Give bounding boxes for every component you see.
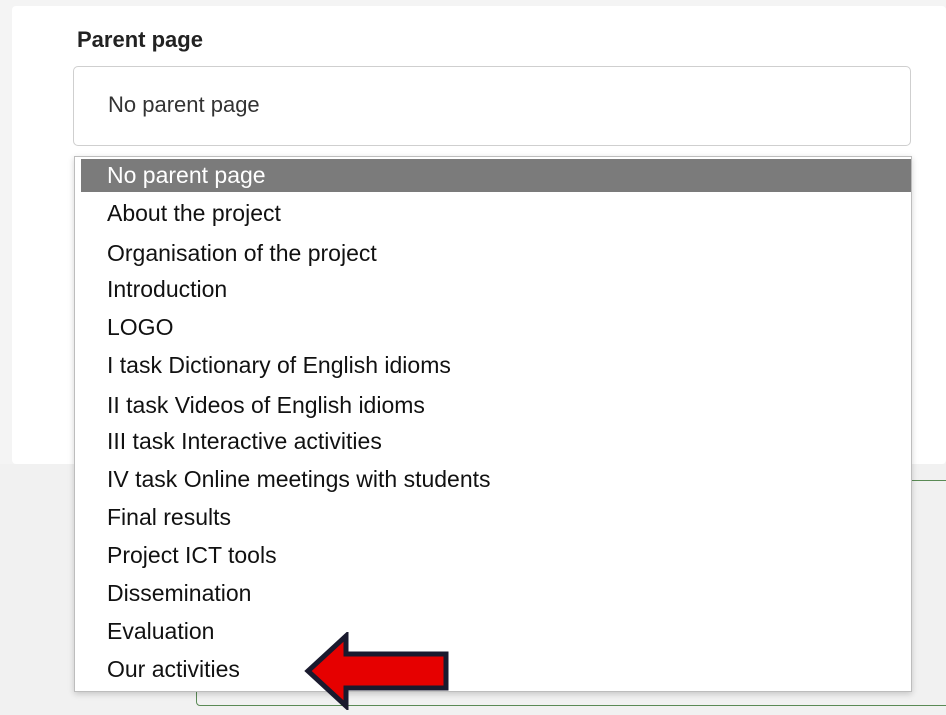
dropdown-option[interactable]: IV task Online meetings with students <box>81 463 911 496</box>
parent-page-label: Parent page <box>77 27 203 52</box>
dropdown-option[interactable]: LOGO <box>81 311 911 344</box>
dropdown-option[interactable]: Introduction <box>81 273 911 306</box>
parent-page-dropdown-list[interactable]: No parent page About the project Organis… <box>74 156 912 692</box>
dropdown-option[interactable]: Evaluation <box>81 615 911 648</box>
dropdown-option[interactable]: No parent page <box>81 159 911 192</box>
dropdown-option-our-activities[interactable]: Our activities <box>81 653 911 686</box>
dropdown-option[interactable]: Project ICT tools <box>81 539 911 572</box>
dropdown-option[interactable]: III task Interactive activities <box>81 425 911 458</box>
dropdown-option[interactable]: Organisation of the project <box>81 237 911 270</box>
dropdown-option[interactable]: II task Videos of English idioms <box>81 389 911 422</box>
parent-page-select-value: No parent page <box>108 92 260 117</box>
dropdown-option[interactable]: Final results <box>81 501 911 534</box>
dropdown-option[interactable]: About the project <box>81 197 911 230</box>
parent-page-select[interactable]: No parent page <box>73 66 911 146</box>
dropdown-option[interactable]: I task Dictionary of English idioms <box>81 349 911 382</box>
dropdown-option[interactable]: Dissemination <box>81 577 911 610</box>
left-arrow-icon <box>304 632 449 710</box>
